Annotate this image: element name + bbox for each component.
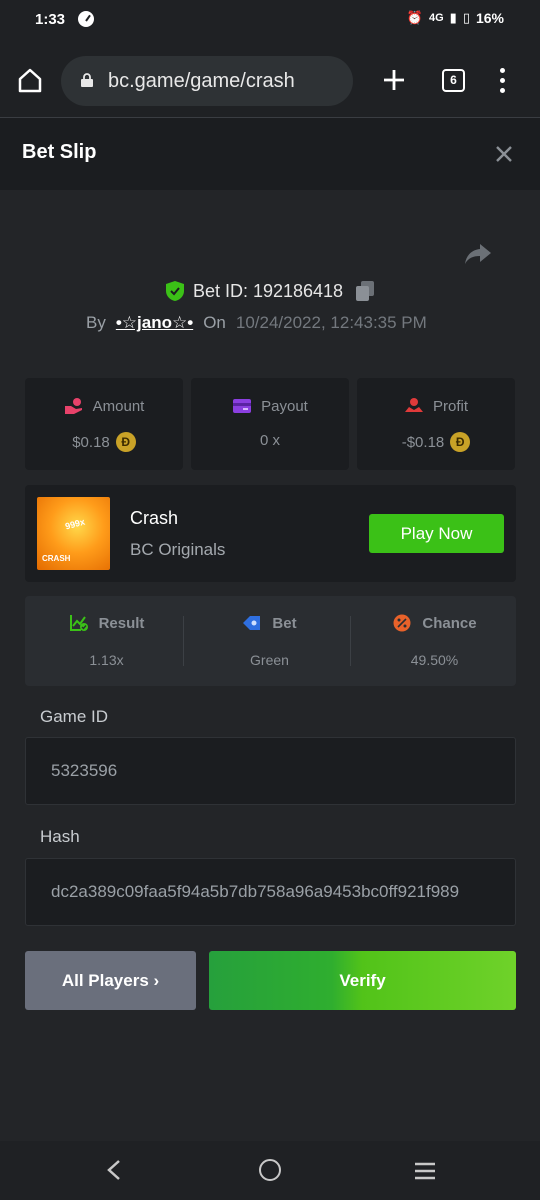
amount-icon xyxy=(64,398,82,414)
hash-field[interactable]: dc2a389c09faa5f94a5b7db758a96a9453bc0ff9… xyxy=(25,858,516,926)
bet-column: Bet Green xyxy=(188,596,351,686)
browser-toolbar: bc.game/game/crash 6 xyxy=(0,40,540,118)
bet-tag-icon xyxy=(243,616,261,630)
result-chart-icon xyxy=(69,615,88,631)
back-icon[interactable] xyxy=(104,1159,124,1181)
status-right: ⏰ 4G ▮ ▯ 16% xyxy=(407,10,504,26)
crash-game-thumbnail[interactable]: 999x CRASH xyxy=(37,497,110,570)
game-id-label: Game ID xyxy=(40,707,109,726)
hash-value: dc2a389c09faa5f94a5b7db758a96a9453bc0ff9… xyxy=(51,882,460,901)
result-column: Result 1.13x xyxy=(25,596,188,686)
status-time: 1:33 xyxy=(35,11,66,28)
amount-card: Amount $0.18 Ð xyxy=(25,378,183,470)
profit-label: Profit xyxy=(432,397,468,415)
address-bar[interactable]: bc.game/game/crash xyxy=(61,56,353,106)
modal-header: Bet Slip xyxy=(0,118,540,190)
modal-title: Bet Slip xyxy=(22,141,97,163)
game-card: 999x CRASH Crash BC Originals Play Now xyxy=(25,485,516,582)
shield-check-icon xyxy=(165,281,184,301)
battery-percent: 16% xyxy=(475,10,504,26)
verify-button[interactable]: Verify xyxy=(209,951,516,1010)
tab-switcher-button[interactable]: 6 xyxy=(442,69,465,92)
signal-icon: ▮ xyxy=(449,10,457,25)
recents-icon[interactable] xyxy=(414,1162,436,1180)
chance-value: 49.50% xyxy=(410,652,459,668)
chance-column: Chance 49.50% xyxy=(353,596,516,686)
url-text[interactable]: bc.game/game/crash xyxy=(108,70,295,93)
game-id-value: 5323596 xyxy=(51,761,118,780)
profit-icon xyxy=(404,398,423,412)
divider xyxy=(350,616,351,666)
thumb-multiplier: 999x xyxy=(64,516,86,532)
share-icon[interactable] xyxy=(464,242,492,266)
payout-card-icon xyxy=(233,399,252,413)
browser-menu-icon[interactable] xyxy=(500,68,508,94)
amount-label: Amount xyxy=(92,397,145,415)
result-value: 1.13x xyxy=(89,652,124,668)
doge-coin-icon: Ð xyxy=(115,432,136,452)
chance-label: Chance xyxy=(422,614,477,632)
payout-card: Payout 0 x xyxy=(191,378,349,470)
percent-icon xyxy=(393,614,411,632)
home-nav-icon[interactable] xyxy=(259,1159,281,1181)
result-label: Result xyxy=(98,614,145,632)
close-icon[interactable] xyxy=(494,144,514,164)
on-label: On xyxy=(203,313,226,332)
alarm-icon: ⏰ xyxy=(406,10,423,25)
payout-value: 0 x xyxy=(259,432,280,449)
game-provider: BC Originals xyxy=(130,540,226,559)
new-tab-icon[interactable] xyxy=(382,68,406,92)
copy-icon[interactable] xyxy=(355,280,375,302)
game-id-field[interactable]: 5323596 xyxy=(25,737,516,805)
game-name: Crash xyxy=(130,508,179,528)
bet-value: Green xyxy=(250,652,289,668)
result-card: Result 1.13x Bet Green Chance 49.50% xyxy=(25,596,516,686)
payout-label: Payout xyxy=(261,397,308,415)
system-nav-bar xyxy=(0,1141,540,1200)
bet-meta: By •☆jano☆• On 10/24/2022, 12:43:35 PM xyxy=(86,313,427,333)
status-bar: 1:33 ⏰ 4G ▮ ▯ 16% xyxy=(0,0,540,40)
bet-id: Bet ID: 192186418 xyxy=(192,280,344,301)
all-players-button[interactable]: All Players › xyxy=(25,951,196,1010)
lock-icon xyxy=(81,73,93,87)
battery-icon: ▯ xyxy=(462,10,470,25)
divider xyxy=(183,616,184,666)
home-icon[interactable] xyxy=(17,67,43,93)
network-label: 4G xyxy=(428,12,444,24)
bet-user-link[interactable]: •☆jano☆• xyxy=(116,313,193,333)
thumb-label: CRASH xyxy=(42,554,71,563)
doge-coin-icon: Ð xyxy=(450,432,471,452)
by-label: By xyxy=(86,313,106,332)
profit-card: Profit -$0.18 Ð xyxy=(357,378,515,470)
play-now-button[interactable]: Play Now xyxy=(369,514,504,553)
hash-label: Hash xyxy=(40,827,80,846)
speedometer-icon xyxy=(78,11,94,27)
bet-label: Bet xyxy=(272,614,297,632)
amount-value: $0.18 xyxy=(72,433,110,451)
profit-value: -$0.18 xyxy=(401,433,445,451)
bet-id-row: Bet ID: 192186418 xyxy=(0,278,540,304)
bet-date: 10/24/2022, 12:43:35 PM xyxy=(235,313,427,332)
